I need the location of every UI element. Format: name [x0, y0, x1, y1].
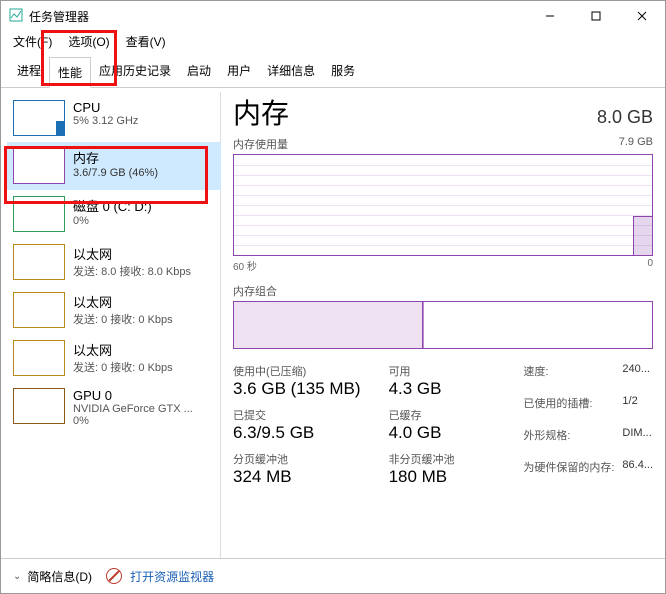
- sidebar: CPU 5% 3.12 GHz 内存 3.6/7.9 GB (46%) 磁盘 0…: [1, 88, 221, 558]
- menubar: 文件(F) 选项(O) 查看(V): [1, 31, 665, 56]
- sidebar-item-ethernet-2[interactable]: 以太网 发送: 0 接收: 0 Kbps: [7, 334, 221, 382]
- sidebar-item-label: GPU 0: [73, 388, 193, 403]
- minimize-button[interactable]: [527, 1, 573, 31]
- inuse-value: 3.6 GB (135 MB): [233, 379, 361, 399]
- sidebar-item-label: 以太网: [73, 292, 173, 311]
- gpu-thumbnail-icon: [13, 388, 65, 424]
- available-label: 可用: [389, 363, 411, 379]
- sidebar-item-ethernet-0[interactable]: 以太网 发送: 8.0 接收: 8.0 Kbps: [7, 238, 221, 286]
- form-value: DIM...: [622, 427, 653, 455]
- tab-users[interactable]: 用户: [219, 56, 259, 87]
- available-value: 4.3 GB: [389, 379, 455, 399]
- sidebar-item-sub: 发送: 8.0 接收: 8.0 Kbps: [73, 263, 191, 279]
- menu-view[interactable]: 查看(V): [122, 31, 170, 52]
- net-thumbnail-icon: [13, 340, 65, 376]
- cached-label: 已缓存: [389, 407, 422, 423]
- sidebar-item-ethernet-1[interactable]: 以太网 发送: 0 接收: 0 Kbps: [7, 286, 221, 334]
- sidebar-item-sub: NVIDIA GeForce GTX ...: [73, 403, 193, 415]
- close-button[interactable]: [619, 1, 665, 31]
- page-title: 内存: [233, 92, 289, 132]
- cpu-thumbnail-icon: [13, 100, 65, 136]
- tab-startup[interactable]: 启动: [179, 56, 219, 87]
- sidebar-item-sub: 发送: 0 接收: 0 Kbps: [73, 311, 173, 327]
- chevron-down-icon[interactable]: ⌄: [13, 571, 21, 582]
- sidebar-item-label: 以太网: [73, 340, 173, 359]
- sidebar-item-sub: 发送: 0 接收: 0 Kbps: [73, 359, 173, 375]
- app-icon: [9, 8, 23, 25]
- committed-label: 已提交: [233, 407, 266, 423]
- sidebar-item-label: 内存: [73, 148, 158, 167]
- sidebar-item-cpu[interactable]: CPU 5% 3.12 GHz: [7, 94, 221, 142]
- slots-label: 已使用的插槽:: [523, 395, 614, 423]
- sidebar-item-label: 磁盘 0 (C: D:): [73, 196, 152, 215]
- usage-graph-label: 内存使用量: [233, 136, 288, 152]
- sidebar-item-sub: 0%: [73, 215, 152, 227]
- tab-details[interactable]: 详细信息: [259, 56, 323, 87]
- reserved-label: 为硬件保留的内存:: [523, 459, 614, 487]
- sidebar-item-label: 以太网: [73, 244, 191, 263]
- tab-processes[interactable]: 进程: [9, 56, 49, 87]
- task-manager-window: 任务管理器 文件(F) 选项(O) 查看(V) 进程 性能 应用历史记录 启动 …: [0, 0, 666, 594]
- memory-thumbnail-icon: [13, 148, 65, 184]
- slots-value: 1/2: [622, 395, 653, 423]
- memory-composition-graph[interactable]: [233, 301, 653, 349]
- tab-services[interactable]: 服务: [323, 56, 363, 87]
- footer: ⌄ 简略信息(D) 打开资源监视器: [1, 558, 665, 593]
- tabs: 进程 性能 应用历史记录 启动 用户 详细信息 服务: [1, 56, 665, 88]
- speed-label: 速度:: [523, 363, 614, 391]
- titlebar: 任务管理器: [1, 1, 665, 31]
- nonpaged-value: 180 MB: [389, 467, 455, 487]
- cached-value: 4.0 GB: [389, 423, 455, 443]
- form-label: 外形规格:: [523, 427, 614, 455]
- reserved-value: 86.4...: [622, 459, 653, 487]
- disk-thumbnail-icon: [13, 196, 65, 232]
- sidebar-item-gpu[interactable]: GPU 0 NVIDIA GeForce GTX ... 0%: [7, 382, 221, 433]
- usage-graph-max: 7.9 GB: [619, 136, 653, 152]
- net-thumbnail-icon: [13, 244, 65, 280]
- memory-usage-graph[interactable]: [233, 154, 653, 256]
- inuse-label: 使用中(已压缩): [233, 363, 306, 379]
- composition-label: 内存组合: [233, 283, 653, 299]
- sidebar-item-disk[interactable]: 磁盘 0 (C: D:) 0%: [7, 190, 221, 238]
- axis-right: 0: [647, 258, 653, 273]
- sidebar-item-sub: 3.6/7.9 GB (46%): [73, 167, 158, 179]
- fewer-details-link[interactable]: 简略信息(D): [27, 568, 92, 585]
- maximize-button[interactable]: [573, 1, 619, 31]
- sidebar-item-sub2: 0%: [73, 415, 193, 427]
- tab-app-history[interactable]: 应用历史记录: [91, 56, 179, 87]
- net-thumbnail-icon: [13, 292, 65, 328]
- open-resource-monitor-link[interactable]: 打开资源监视器: [130, 568, 214, 585]
- nonpaged-label: 非分页缓冲池: [389, 451, 455, 467]
- prohibited-icon: [106, 568, 122, 584]
- menu-options[interactable]: 选项(O): [64, 31, 113, 52]
- tab-performance[interactable]: 性能: [49, 57, 91, 88]
- menu-file[interactable]: 文件(F): [9, 31, 56, 52]
- paged-value: 324 MB: [233, 467, 361, 487]
- sidebar-item-label: CPU: [73, 100, 138, 115]
- committed-value: 6.3/9.5 GB: [233, 423, 361, 443]
- sidebar-item-sub: 5% 3.12 GHz: [73, 115, 138, 127]
- total-memory: 8.0 GB: [597, 107, 653, 128]
- sidebar-item-memory[interactable]: 内存 3.6/7.9 GB (46%): [7, 142, 221, 190]
- window-title: 任务管理器: [29, 8, 527, 25]
- speed-value: 240...: [622, 363, 653, 391]
- main-panel: 内存 8.0 GB 内存使用量 7.9 GB 60 秒 0 内存组合: [221, 88, 665, 558]
- axis-left: 60 秒: [233, 258, 257, 273]
- paged-label: 分页缓冲池: [233, 451, 288, 467]
